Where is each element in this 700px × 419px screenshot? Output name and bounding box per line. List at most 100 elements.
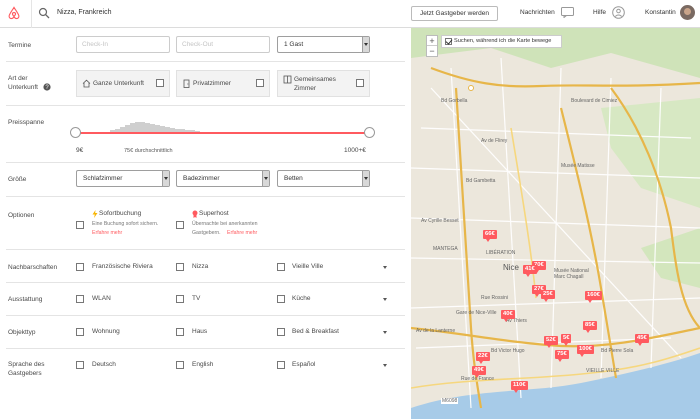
- price-pin[interactable]: 52€: [544, 336, 558, 348]
- neighborhood-checkbox[interactable]: [176, 263, 184, 271]
- messages-link[interactable]: Nachrichten: [520, 9, 555, 16]
- room-option-label: Privatzimmer: [193, 80, 231, 87]
- property-type-checkbox[interactable]: [76, 328, 84, 336]
- chevron-down-icon: [262, 171, 269, 186]
- price-pin[interactable]: 41€: [523, 265, 537, 277]
- divider: [6, 162, 405, 163]
- histogram-bar: [130, 123, 135, 132]
- price-pin[interactable]: 160€: [585, 291, 602, 303]
- location-search-input[interactable]: Nizza, Frankreich: [57, 9, 111, 16]
- map-zoom-control: + −: [426, 35, 438, 57]
- guests-select-value: 1 Gast: [284, 41, 304, 48]
- help-circle-icon[interactable]: [612, 6, 625, 19]
- expand-amenities-icon[interactable]: [383, 298, 387, 301]
- amenity-checkbox[interactable]: [176, 295, 184, 303]
- price-pin[interactable]: 22€: [476, 352, 490, 364]
- histogram-bar: [145, 123, 150, 132]
- price-pin[interactable]: 25€: [541, 290, 555, 302]
- superhost-checkbox[interactable]: [176, 221, 184, 229]
- property-type-checkbox[interactable]: [176, 328, 184, 336]
- help-link[interactable]: Hilfe: [593, 9, 606, 16]
- map-label: Bd Gorbella: [441, 98, 468, 104]
- language-checkbox[interactable]: [277, 361, 285, 369]
- map-label: Bd Gambetta: [466, 178, 496, 184]
- instant-book-checkbox[interactable]: [76, 221, 84, 229]
- filter-panel: Termine Check-In Check-Out 1 Gast Art de…: [0, 28, 411, 419]
- zoom-out-button[interactable]: −: [427, 46, 437, 56]
- map-label: Av de Flirey: [481, 138, 508, 144]
- price-min-value: 9€: [76, 147, 84, 154]
- divider: [6, 348, 405, 349]
- beds-select[interactable]: Betten: [277, 170, 370, 187]
- user-menu[interactable]: Konstantin: [645, 9, 676, 16]
- map-label: LIBÉRATION: [486, 250, 516, 256]
- search-divider: [31, 0, 32, 28]
- price-pin[interactable]: 66€: [483, 230, 497, 242]
- beds-select-value: Betten: [284, 175, 303, 182]
- room-option-label: Ganze Unterkunft: [93, 80, 144, 87]
- zoom-in-button[interactable]: +: [427, 36, 437, 46]
- price-pin[interactable]: 45€: [635, 334, 649, 346]
- shared-room-icon: [283, 75, 292, 84]
- language-label: English: [192, 361, 214, 368]
- search-icon: [38, 7, 50, 19]
- bathrooms-select[interactable]: Badezimmer: [176, 170, 270, 187]
- instant-book-learn-more-link[interactable]: Erfahre mehr: [92, 230, 122, 237]
- bedrooms-select[interactable]: Schlafzimmer: [76, 170, 170, 187]
- expand-languages-icon[interactable]: [383, 364, 387, 367]
- price-min-handle[interactable]: [70, 127, 81, 138]
- room-option-entire-home[interactable]: Ganze Unterkunft: [76, 70, 170, 97]
- room-option-label-line2: Zimmer: [294, 85, 317, 92]
- histogram-bar: [125, 125, 130, 132]
- amenity-checkbox[interactable]: [277, 295, 285, 303]
- price-pin[interactable]: 110€: [511, 381, 528, 393]
- expand-property-type-icon[interactable]: [383, 331, 387, 334]
- airbnb-logo-icon[interactable]: [7, 6, 21, 20]
- search-on-move-checkbox[interactable]: [445, 38, 452, 45]
- price-average: 75€ durchschnittlich: [124, 148, 173, 154]
- private-room-checkbox[interactable]: [256, 79, 264, 87]
- info-icon[interactable]: ?: [43, 83, 51, 91]
- histogram-bar: [135, 122, 140, 132]
- room-option-private-room[interactable]: Privatzimmer: [176, 70, 270, 97]
- host-language-label-line2: Gastgebers: [8, 370, 42, 377]
- room-option-shared-room[interactable]: Gemeinsames Zimmer: [277, 70, 370, 97]
- price-pin[interactable]: 100€: [577, 345, 594, 357]
- price-range-label: Preisspanne: [8, 119, 45, 126]
- divider: [6, 315, 405, 316]
- guests-select[interactable]: 1 Gast: [277, 36, 370, 53]
- price-pin[interactable]: 5€: [561, 334, 572, 346]
- property-type-option: Wohnung: [92, 328, 120, 335]
- property-type-checkbox[interactable]: [277, 328, 285, 336]
- entire-home-checkbox[interactable]: [156, 79, 164, 87]
- map-label: MANTEGA: [433, 246, 458, 252]
- price-range-track: [75, 132, 370, 134]
- property-type-option: Bed & Breakfast: [292, 328, 339, 335]
- superhost-learn-more-link[interactable]: Erfahre mehr: [227, 230, 257, 237]
- neighborhood-label: Nizza: [192, 263, 209, 270]
- price-pin[interactable]: 85€: [583, 321, 597, 333]
- become-host-button[interactable]: Jetzt Gastgeber werden: [411, 6, 498, 21]
- language-checkbox[interactable]: [176, 361, 184, 369]
- shared-room-checkbox[interactable]: [356, 79, 364, 87]
- superhost-desc-line2: Gastgebern.: [192, 230, 221, 236]
- price-pin[interactable]: 40€: [501, 310, 515, 322]
- checkout-field[interactable]: Check-Out: [176, 36, 270, 53]
- map-view[interactable]: Nice Musée National Marc Chagall Musée M…: [411, 28, 700, 419]
- lightning-icon: [92, 210, 98, 218]
- message-bubble-icon[interactable]: [561, 7, 574, 18]
- avatar[interactable]: [680, 5, 695, 20]
- checkin-field[interactable]: Check-In: [76, 36, 170, 53]
- language-checkbox[interactable]: [76, 361, 84, 369]
- neighborhood-checkbox[interactable]: [277, 263, 285, 271]
- price-pin[interactable]: 75€: [555, 350, 569, 362]
- price-pin[interactable]: 49€: [472, 366, 486, 378]
- search-on-map-move-toggle[interactable]: Suchen, während ich die Karte bewege: [441, 35, 562, 48]
- map-label: M6098: [441, 398, 459, 404]
- price-max-handle[interactable]: [364, 127, 375, 138]
- expand-neighborhoods-icon[interactable]: [383, 266, 387, 269]
- house-icon: [82, 79, 91, 88]
- amenity-checkbox[interactable]: [76, 295, 84, 303]
- map-label: Musée National Marc Chagall: [554, 268, 589, 280]
- neighborhood-checkbox[interactable]: [76, 263, 84, 271]
